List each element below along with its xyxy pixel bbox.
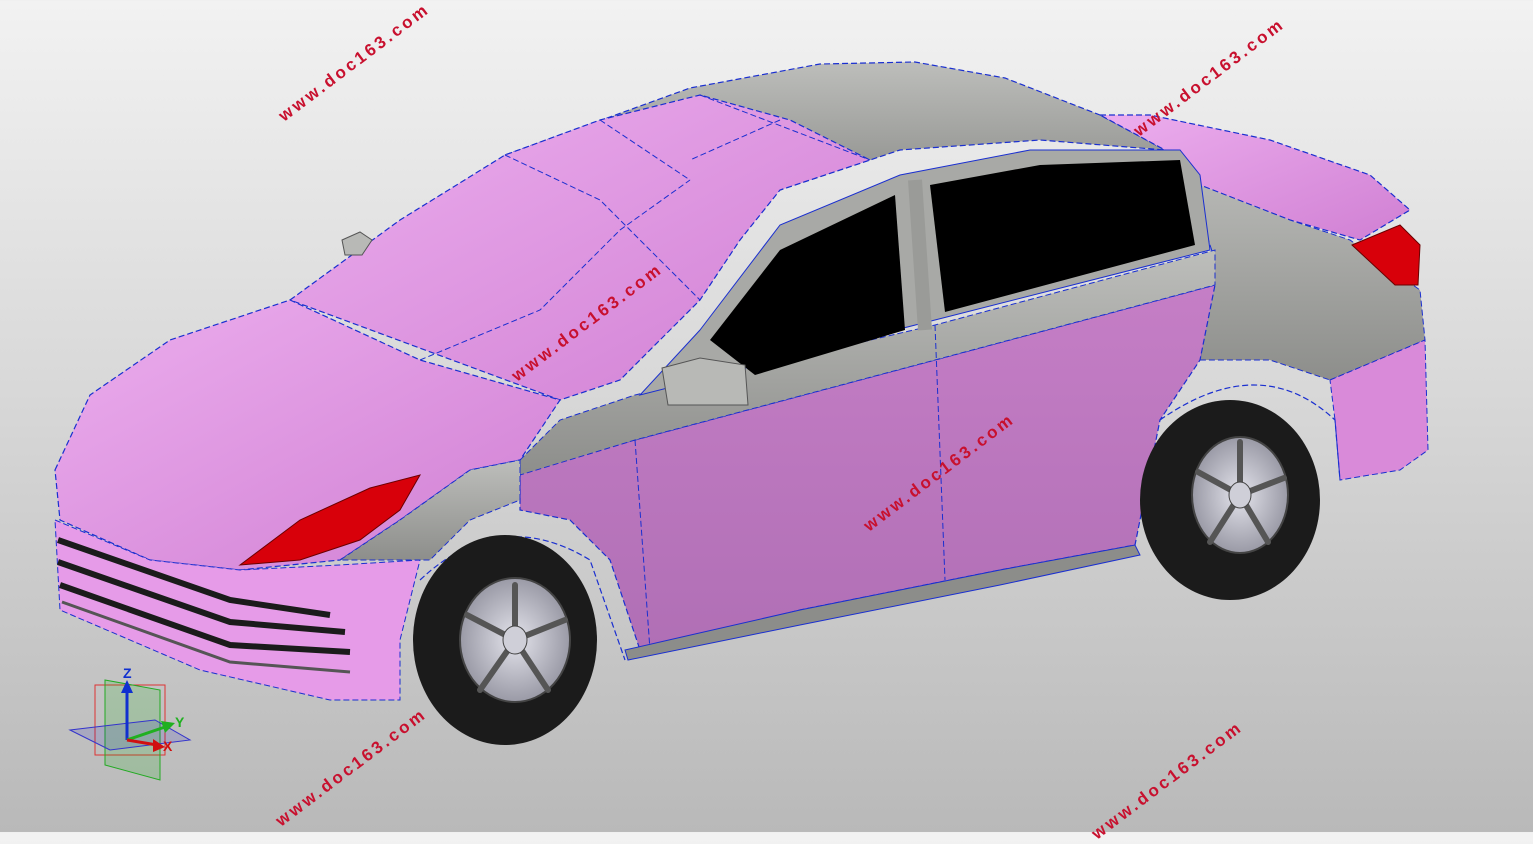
- front-wheel[interactable]: [413, 535, 597, 745]
- x-axis-label: X: [163, 738, 173, 754]
- rear-wheel[interactable]: [1140, 400, 1320, 600]
- cad-3d-viewport[interactable]: www.doc163.com www.doc163.com www.doc163…: [0, 0, 1533, 843]
- b-pillar: [908, 179, 932, 331]
- y-axis-label: Y: [175, 714, 185, 730]
- car-model-render[interactable]: [0, 0, 1533, 832]
- coordinate-triad[interactable]: Z Y X: [65, 665, 195, 785]
- z-axis-label: Z: [123, 665, 132, 681]
- side-mirror-right[interactable]: [661, 357, 749, 406]
